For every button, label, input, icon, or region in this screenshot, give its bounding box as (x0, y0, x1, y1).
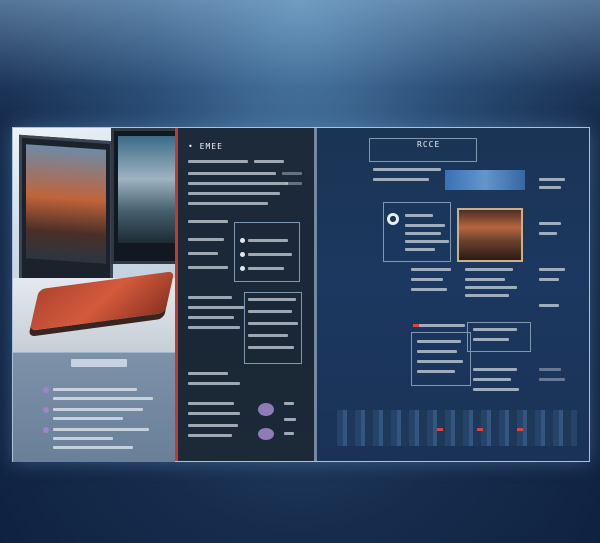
text-line (188, 372, 228, 375)
text-line (411, 288, 447, 291)
bullet-icon (43, 407, 49, 413)
accent-mark (517, 428, 523, 431)
text-line (188, 202, 268, 205)
info-line (53, 408, 143, 411)
text-line (188, 220, 228, 223)
info-line (53, 388, 137, 391)
info-card-title (71, 359, 127, 367)
text-line (539, 278, 559, 281)
monitor-image-secondary (111, 128, 175, 264)
text-line (417, 340, 461, 343)
bullet-icon (43, 427, 49, 433)
text-line (248, 310, 292, 313)
text-line (465, 294, 509, 297)
text-line (188, 316, 234, 319)
text-line (539, 368, 561, 371)
text-line (188, 424, 238, 427)
text-line (188, 306, 244, 309)
text-line (188, 252, 218, 255)
text-line (188, 172, 276, 175)
text-line (411, 268, 451, 271)
text-line (417, 324, 465, 327)
desk-photo (13, 128, 175, 352)
text-line (286, 182, 302, 185)
text-line (465, 278, 505, 281)
dot-icon (240, 266, 245, 271)
preview-image (457, 208, 523, 262)
text-line (284, 432, 294, 435)
panel-title: • EMEE (188, 142, 223, 151)
text-line (282, 172, 302, 175)
text-line (188, 326, 240, 329)
header-box (369, 138, 477, 162)
text-line (188, 238, 224, 241)
text-line (373, 168, 441, 171)
detail-panel: RCCE ● (317, 128, 589, 461)
info-line (53, 446, 133, 449)
info-line (53, 397, 153, 400)
accent-mark (437, 428, 443, 431)
monitor-image (19, 134, 113, 288)
text-line (539, 232, 557, 235)
text-line (248, 239, 288, 242)
dashboard-window: • EMEE RCCE ● (12, 127, 590, 462)
dot-icon (240, 238, 245, 243)
detail-box (467, 322, 531, 352)
text-line (473, 328, 517, 331)
text-line (473, 388, 519, 391)
shape-icon (258, 428, 274, 440)
text-line (248, 334, 288, 337)
text-line (188, 192, 280, 195)
text-line (473, 338, 509, 341)
text-line (539, 304, 559, 307)
text-line (539, 186, 561, 189)
text-line (188, 412, 240, 415)
background-glow (0, 0, 600, 125)
text-line (188, 266, 228, 269)
text-line (188, 160, 248, 163)
text-line (465, 286, 517, 289)
text-line (417, 360, 463, 363)
text-line (417, 370, 455, 373)
shape-icon (258, 403, 274, 416)
text-line (373, 178, 429, 181)
info-line (53, 417, 123, 420)
text-line (248, 253, 292, 256)
text-line (417, 350, 457, 353)
text-line (411, 278, 443, 281)
text-line (188, 434, 232, 437)
text-line (473, 368, 517, 371)
text-line (248, 346, 294, 349)
accent-mark (413, 324, 419, 327)
bullet-icon (43, 387, 49, 393)
text-line (539, 268, 565, 271)
text-line (539, 378, 565, 381)
text-line (248, 267, 284, 270)
accent-mark (477, 428, 483, 431)
text-line (284, 418, 296, 421)
text-line (539, 178, 565, 181)
text-line (188, 182, 288, 185)
text-line (188, 296, 232, 299)
text-line (188, 382, 240, 385)
spec-panel: • EMEE (178, 128, 314, 461)
text-line (473, 378, 511, 381)
info-line (53, 437, 113, 440)
spec-box (244, 292, 302, 364)
info-card (13, 352, 175, 462)
dot-icon (240, 252, 245, 257)
text-line (188, 402, 234, 405)
text-line (465, 268, 513, 271)
text-line (248, 322, 298, 325)
info-line (53, 428, 149, 431)
activity-strip (337, 410, 577, 446)
text-line (539, 222, 561, 225)
highlight-banner (445, 170, 525, 190)
detail-box (383, 202, 451, 262)
text-line (254, 160, 284, 163)
text-line (248, 298, 296, 301)
text-line (284, 402, 294, 405)
